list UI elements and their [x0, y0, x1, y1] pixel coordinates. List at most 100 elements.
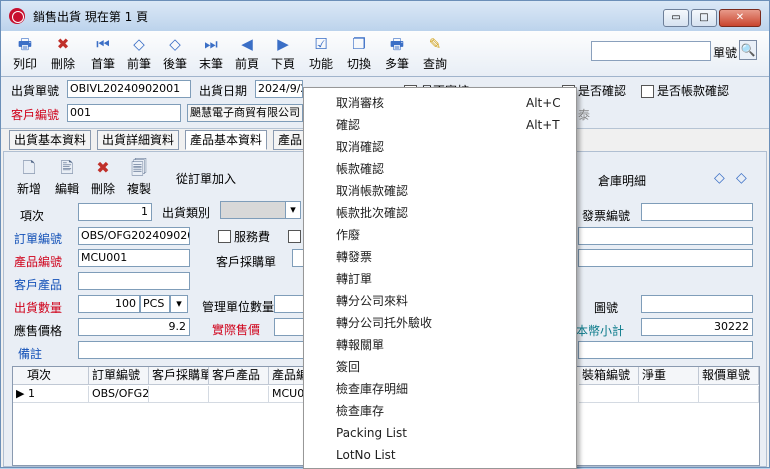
row-net-weight[interactable]	[639, 386, 699, 403]
menu-item-branch-material[interactable]: 轉分公司來料	[304, 290, 576, 312]
order-no-field[interactable]: OBS/OFG2024090200	[78, 227, 190, 245]
close-button[interactable]: ✕	[719, 9, 761, 27]
query-label: 查詢	[422, 57, 447, 71]
ship-type-select[interactable]	[220, 201, 286, 219]
extra-checkbox[interactable]	[288, 230, 301, 243]
next-arrow-icon[interactable]: ◇	[736, 170, 747, 186]
drawing-no-field[interactable]	[641, 295, 753, 313]
menu-item-label: 簽回	[336, 360, 361, 374]
product-code-field[interactable]: MCU001	[78, 249, 190, 267]
row-cust-product[interactable]	[209, 386, 269, 403]
multi-button[interactable]: 🖶 多筆	[381, 35, 413, 72]
service-fee-checkbox[interactable]	[218, 230, 231, 243]
mgmt-qty-field[interactable]	[274, 295, 304, 313]
prev-page-button[interactable]: ◀ 前頁	[231, 35, 263, 72]
switch-button[interactable]: ❐ 切換	[343, 35, 375, 72]
next-page-button[interactable]: ▶ 下頁	[267, 35, 299, 72]
invoice-no-field[interactable]	[641, 203, 753, 221]
remark-field[interactable]	[78, 341, 304, 359]
menu-item-to-invoice[interactable]: 轉發票	[304, 246, 576, 268]
grid-header-box-no[interactable]: 裝箱編號	[579, 367, 639, 385]
tab-ship-basic[interactable]: 出貨基本資料	[9, 130, 92, 150]
print-button[interactable]: 🖶 列印	[9, 35, 41, 72]
local-subtotal-field[interactable]: 30222	[641, 318, 753, 336]
row-product[interactable]: MCU001	[269, 386, 305, 403]
delete-label: 刪除	[50, 57, 75, 71]
row-order-no[interactable]: OBS/OFG2024090200	[89, 386, 149, 403]
last-record-button[interactable]: ⏭ 末筆	[195, 35, 227, 72]
ship-date-field[interactable]: 2024/9/2	[255, 80, 303, 98]
right-field-2[interactable]	[578, 249, 753, 267]
menu-item-label: 帳款批次確認	[336, 206, 409, 220]
row-box-no[interactable]	[579, 386, 639, 403]
tab-product-basic[interactable]: 產品基本資料	[185, 130, 268, 150]
grid-header-cust-product[interactable]: 客戶產品	[209, 367, 269, 385]
menu-item-account-confirm[interactable]: 帳款確認	[304, 158, 576, 180]
delete-button[interactable]: ✖ 刪除	[47, 35, 79, 72]
menu-item-cancel-account-confirm[interactable]: 取消帳款確認	[304, 180, 576, 202]
menu-item-confirm[interactable]: 確認 Alt+T	[304, 114, 576, 136]
prev-record-button[interactable]: ◇ 前筆	[123, 35, 155, 72]
row-cust-po[interactable]	[149, 386, 209, 403]
next-page-label: 下頁	[270, 57, 295, 71]
next-icon: ◇	[169, 35, 181, 53]
price-field[interactable]: 9.2	[78, 318, 190, 336]
search-button[interactable]: 🔍	[739, 40, 757, 60]
unit-dropdown-icon[interactable]: ▾	[170, 295, 188, 313]
unit-select[interactable]: PCS	[140, 295, 170, 313]
menu-item-branch-outsource[interactable]: 轉分公司托外驗收	[304, 312, 576, 334]
copy-button[interactable]: 🗐 複製	[124, 158, 154, 197]
function-button[interactable]: ☑ 功能	[305, 35, 337, 72]
right-field-1[interactable]	[578, 227, 753, 245]
grid-header-net-weight[interactable]: 淨重	[639, 367, 699, 385]
minimize-button[interactable]: ▭	[663, 9, 689, 27]
price-label: 應售價格	[14, 324, 63, 338]
confirmed-label: 是否確認	[578, 84, 627, 98]
qty-field[interactable]: 100	[78, 295, 140, 313]
grid-header-seq[interactable]: 項次	[13, 367, 89, 385]
title-bar[interactable]: 銷售出貨 現在第 1 頁 ▭ □ ✕	[1, 1, 769, 31]
menu-item-check-stock[interactable]: 檢查庫存	[304, 400, 576, 422]
menu-item-to-customs[interactable]: 轉報關單	[304, 334, 576, 356]
table-row[interactable]: ▶ 1	[13, 386, 89, 403]
menu-item-to-order[interactable]: 轉訂單	[304, 268, 576, 290]
query-button[interactable]: ✎ 查詢	[419, 35, 451, 72]
new-button[interactable]: 🗋 新增	[14, 158, 44, 197]
customer-code-field[interactable]: 001	[67, 104, 181, 122]
seq-field[interactable]: 1	[78, 203, 152, 221]
account-confirmed-checkbox[interactable]	[641, 85, 654, 98]
edit-button[interactable]: 🖹 編輯	[52, 158, 82, 197]
delete-row-button[interactable]: ✖ 刪除	[88, 158, 118, 197]
invoice-no-label: 發票編號	[582, 209, 631, 223]
actual-price-label: 實際售價	[212, 323, 261, 337]
grid-header-product[interactable]: 產品編號	[269, 367, 305, 385]
grid-header-cust-po[interactable]: 客戶採購單	[149, 367, 209, 385]
first-record-button[interactable]: ⏮ 首筆	[87, 35, 119, 72]
grid-header-quote-no[interactable]: 報價單號	[699, 367, 759, 385]
maximize-button[interactable]: □	[691, 9, 717, 27]
menu-item-void[interactable]: 作廢	[304, 224, 576, 246]
ship-no-field[interactable]: OBIVL20240902001	[67, 80, 191, 98]
menu-item-batch-account-confirm[interactable]: 帳款批次確認	[304, 202, 576, 224]
ship-type-dropdown-icon[interactable]: ▾	[285, 201, 301, 219]
row-quote-no[interactable]	[699, 386, 759, 403]
cust-product-field[interactable]	[78, 272, 190, 290]
menu-item-label: 帳款確認	[336, 162, 385, 176]
actual-price-field[interactable]	[274, 318, 304, 336]
next-record-button[interactable]: ◇ 後筆	[159, 35, 191, 72]
menu-item-cancel-confirm[interactable]: 取消確認	[304, 136, 576, 158]
order-no-search-input[interactable]	[591, 41, 711, 61]
prev-arrow-icon[interactable]: ◇	[714, 170, 725, 186]
prev-page-icon: ◀	[241, 35, 253, 53]
grid-header-order-no[interactable]: 訂單編號	[89, 367, 149, 385]
tab-product-more[interactable]: 產品	[273, 130, 308, 150]
menu-item-cancel-audit[interactable]: 取消審核 Alt+C	[304, 92, 576, 114]
menu-item-packing-list[interactable]: Packing List	[304, 422, 576, 444]
copy-icon: 🗐	[131, 158, 147, 177]
add-from-order-button[interactable]: 從訂單加入	[176, 170, 236, 187]
right-field-3[interactable]	[578, 341, 753, 359]
tab-ship-detail[interactable]: 出貨詳細資料	[97, 130, 180, 150]
menu-item-check-stock-detail[interactable]: 檢查庫存明細	[304, 378, 576, 400]
menu-item-lotno-list[interactable]: LotNo List	[304, 444, 576, 466]
menu-item-sign-back[interactable]: 簽回	[304, 356, 576, 378]
